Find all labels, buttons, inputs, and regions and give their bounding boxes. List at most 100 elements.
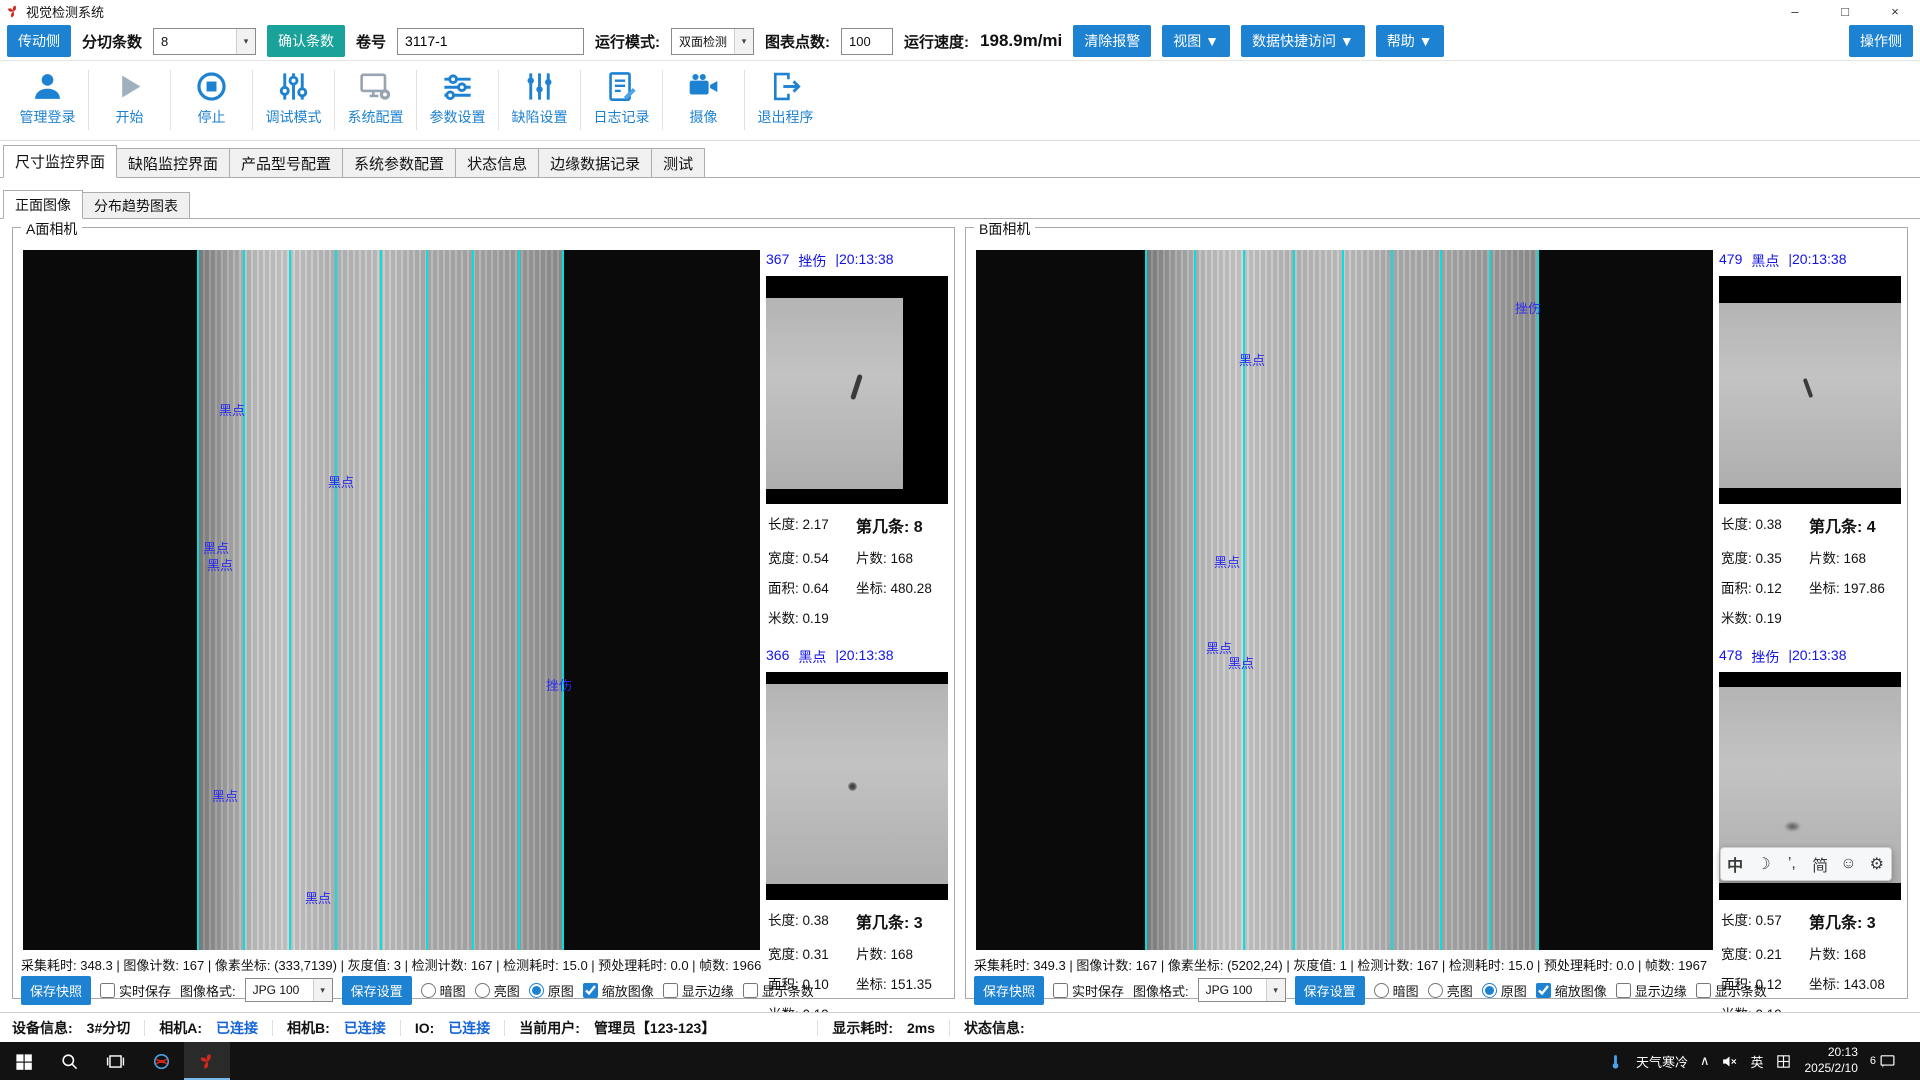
split-count-select[interactable]: 8 ▾ (153, 28, 256, 55)
save-snapshot-button[interactable]: 保存快照 (21, 976, 91, 1005)
close-button[interactable]: × (1870, 0, 1920, 22)
strip-divider-line (1440, 250, 1442, 950)
original-image-radio[interactable]: 原图 (1482, 981, 1527, 1000)
camera-a-status: 已连接 (216, 1018, 258, 1038)
debug-mode-button[interactable]: 调试模式 (254, 67, 333, 127)
bright-image-radio[interactable]: 亮图 (1428, 981, 1473, 1000)
taskbar-clock[interactable]: 20:13 2025/2/10 (1804, 1045, 1857, 1076)
run-mode-label: 运行模式: (595, 31, 660, 52)
clear-alarm-button[interactable]: 清除报警 (1073, 25, 1151, 57)
action-center-button[interactable]: 6 (1870, 1053, 1896, 1070)
save-settings-button[interactable]: 保存设置 (342, 976, 412, 1005)
exit-program-button[interactable]: 退出程序 (746, 67, 825, 127)
defect-card-header: 366 黑点 |20:13:38 (766, 644, 948, 672)
chart-points-label: 图表点数: (765, 31, 830, 52)
image-format-select[interactable]: JPG 100 ▾ (1198, 978, 1286, 1002)
panel-b-camera-group: B面相机 挫伤 黑点 黑点 黑点 黑点 479 黑点 |20:13:38 (965, 227, 1908, 999)
tab-test[interactable]: 测试 (651, 148, 705, 177)
defect-annotation: 挫伤 (546, 675, 572, 694)
tab-size-monitor[interactable]: 尺寸监控界面 (3, 145, 117, 178)
thermometer-icon (1607, 1053, 1624, 1070)
ime-emoji-icon[interactable]: ☺ (1836, 855, 1860, 873)
clock-date: 2025/2/10 (1804, 1061, 1857, 1077)
toolbar-separator (416, 70, 417, 130)
defect-id: 367 (766, 251, 789, 271)
roll-number-input[interactable] (397, 28, 584, 55)
volume-muted-icon[interactable] (1721, 1053, 1738, 1070)
operation-side-button[interactable]: 操作侧 (1849, 25, 1913, 57)
tab-defect-monitor[interactable]: 缺陷监控界面 (116, 148, 230, 177)
taskbar-search-button[interactable] (46, 1042, 92, 1080)
chart-points-select[interactable]: 100 (841, 28, 893, 55)
camera-a-label: 相机A: (159, 1018, 202, 1038)
camera-capture-button[interactable]: 摄像 (664, 67, 743, 127)
save-settings-button[interactable]: 保存设置 (1295, 976, 1365, 1005)
dark-image-radio[interactable]: 暗图 (421, 981, 466, 1000)
defect-time: |20:13:38 (835, 647, 893, 667)
realtime-save-checkbox[interactable]: 实时保存 (1053, 981, 1124, 1000)
help-menu-button[interactable]: 帮助 ▼ (1376, 25, 1444, 57)
panel-b-controls: 保存快照 实时保存 图像格式: JPG 100 ▾ 保存设置 暗图 亮图 原图 … (974, 975, 1903, 1005)
start-button[interactable]: 开始 (90, 67, 169, 127)
window-title: 视觉检测系统 (26, 2, 104, 21)
ime-simplified-toggle[interactable]: 简 (1808, 852, 1832, 876)
run-mode-select[interactable]: 双面检测 ▾ (671, 28, 754, 55)
icon-toolbar: 管理登录 开始 停止 调试模式 系统配置 参数设置 缺陷设置 日志记录 摄像 (0, 61, 1920, 141)
ime-language-toggle[interactable]: 中 (1723, 852, 1747, 876)
transmission-side-button[interactable]: 传动侧 (7, 25, 71, 57)
io-status: 已连接 (448, 1018, 490, 1038)
tab-product-model-config[interactable]: 产品型号配置 (229, 148, 343, 177)
system-config-button[interactable]: 系统配置 (336, 67, 415, 127)
ime-fullhalf-icon[interactable]: ☽ (1751, 854, 1775, 874)
data-quick-access-button[interactable]: 数据快捷访问 ▼ (1241, 25, 1365, 57)
strip-divider-line (472, 250, 474, 950)
tab-front-image[interactable]: 正面图像 (3, 190, 83, 219)
defect-card: 479 黑点 |20:13:38 长度: 0.38 第几条: 4 宽度: 0.3… (1719, 248, 1901, 631)
tab-edge-data-record[interactable]: 边缘数据记录 (538, 148, 652, 177)
show-strip-count-checkbox[interactable]: 显示条数 (743, 981, 814, 1000)
show-strip-count-checkbox[interactable]: 显示条数 (1696, 981, 1767, 1000)
tab-status-info[interactable]: 状态信息 (455, 148, 539, 177)
confirm-count-button[interactable]: 确认条数 (267, 25, 345, 57)
tab-system-param-config[interactable]: 系统参数配置 (342, 148, 456, 177)
view-menu-button[interactable]: 视图 ▼ (1162, 25, 1230, 57)
ime-grid-icon[interactable] (1775, 1053, 1792, 1070)
minimize-button[interactable]: – (1770, 0, 1820, 22)
log-record-button[interactable]: 日志记录 (582, 67, 661, 127)
defect-card-header: 478 挫伤 |20:13:38 (1719, 644, 1901, 672)
save-snapshot-button[interactable]: 保存快照 (974, 976, 1044, 1005)
tab-distribution-chart[interactable]: 分布趋势图表 (82, 192, 190, 218)
toolbar-separator (662, 70, 663, 130)
taskbar-app-browser[interactable] (138, 1042, 184, 1080)
show-edge-checkbox[interactable]: 显示边缘 (1616, 981, 1687, 1000)
panel-a-camera-group: A面相机 黑点 黑点 黑点 黑点 挫伤 黑点 黑点 367 挫伤 |20:13:… (12, 227, 955, 999)
zoom-image-checkbox[interactable]: 缩放图像 (583, 981, 654, 1000)
ime-language-indicator[interactable]: 英 (1750, 1052, 1763, 1071)
strip-divider-line (426, 250, 428, 950)
dark-image-radio[interactable]: 暗图 (1374, 981, 1419, 1000)
original-image-radio[interactable]: 原图 (529, 981, 574, 1000)
defect-settings-button[interactable]: 缺陷设置 (500, 67, 579, 127)
image-format-label: 图像格式: (180, 981, 236, 1000)
weather-text[interactable]: 天气寒冷 (1636, 1052, 1688, 1071)
strip-divider-line (289, 250, 291, 950)
ime-toolbar: 中 ☽ ’, 简 ☺ ⚙ (1720, 847, 1892, 881)
ime-punctuation-toggle[interactable]: ’, (1780, 855, 1804, 873)
taskbar-app-vision-system[interactable] (184, 1042, 230, 1080)
show-edge-checkbox[interactable]: 显示边缘 (663, 981, 734, 1000)
realtime-save-checkbox[interactable]: 实时保存 (100, 981, 171, 1000)
tray-expand-chevron[interactable]: ∧ (1700, 1053, 1710, 1069)
parameter-settings-button[interactable]: 参数设置 (418, 67, 497, 127)
ime-settings-icon[interactable]: ⚙ (1865, 854, 1889, 874)
image-format-select[interactable]: JPG 100 ▾ (245, 978, 333, 1002)
admin-login-button[interactable]: 管理登录 (8, 67, 87, 127)
strip-divider-line (1145, 250, 1147, 950)
stop-button[interactable]: 停止 (172, 67, 251, 127)
windows-logo-icon (14, 1052, 33, 1071)
bright-image-radio[interactable]: 亮图 (475, 981, 520, 1000)
zoom-image-checkbox[interactable]: 缩放图像 (1536, 981, 1607, 1000)
start-menu-button[interactable] (0, 1042, 46, 1080)
split-count-label: 分切条数 (82, 31, 142, 52)
task-view-button[interactable] (92, 1042, 138, 1080)
maximize-button[interactable]: □ (1820, 0, 1870, 22)
